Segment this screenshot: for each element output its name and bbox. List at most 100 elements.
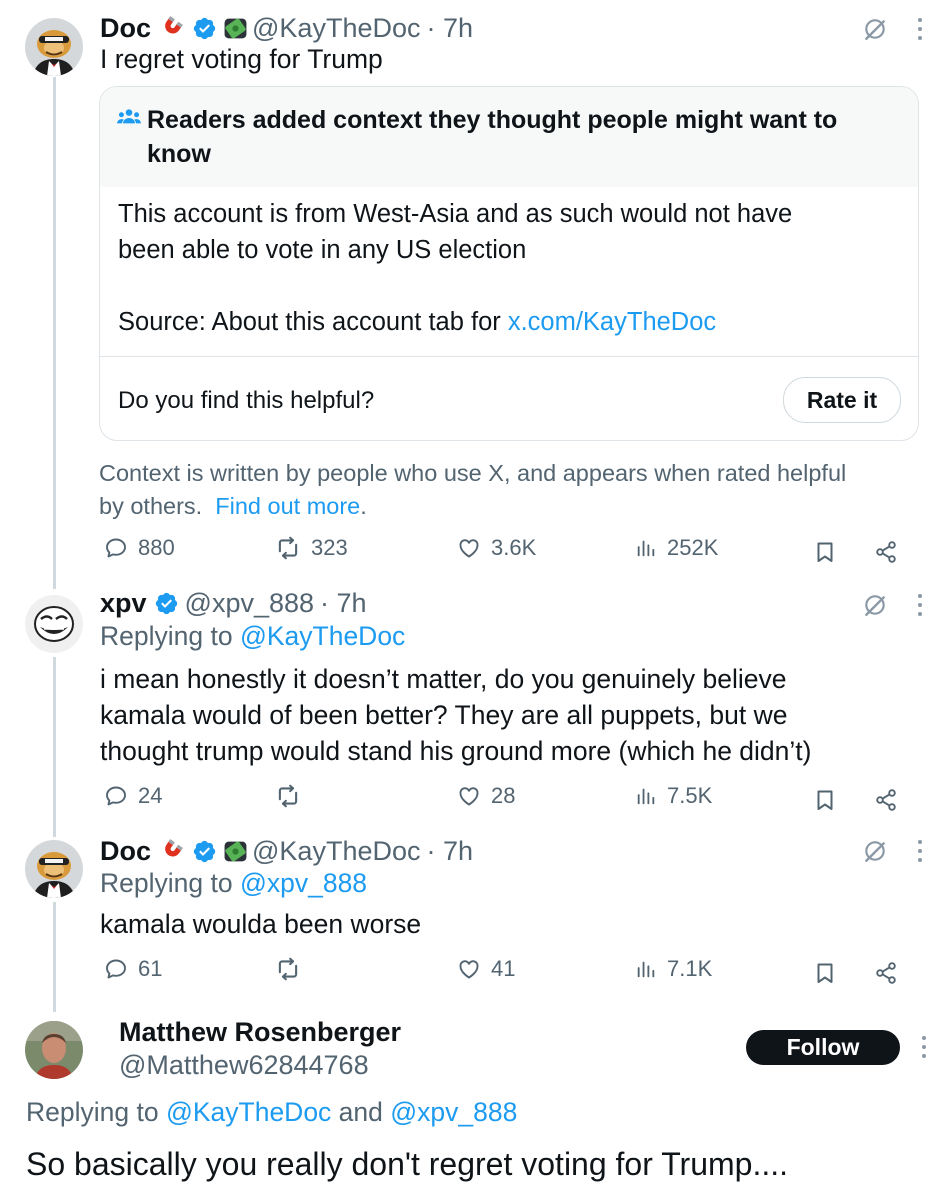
thread-line bbox=[53, 657, 56, 837]
views-button[interactable]: 252K bbox=[635, 535, 718, 561]
handle[interactable]: @Matthew62844768 bbox=[119, 1050, 369, 1081]
views-icon bbox=[635, 785, 657, 807]
find-out-more-link[interactable]: Find out more bbox=[215, 493, 360, 519]
timestamp[interactable]: · 7h bbox=[427, 836, 474, 867]
handle[interactable]: @KayTheDoc bbox=[252, 836, 420, 867]
grok-icon[interactable] bbox=[862, 16, 888, 42]
tweet-actions: 880 323 3.6K 252K bbox=[100, 535, 900, 569]
display-name[interactable]: xpv bbox=[100, 588, 147, 619]
reply-button[interactable]: 880 bbox=[104, 535, 175, 561]
thread-line bbox=[53, 77, 56, 589]
grok-icon[interactable] bbox=[862, 592, 888, 618]
mention-link[interactable]: @KayTheDoc bbox=[240, 621, 405, 651]
share-icon[interactable] bbox=[874, 961, 898, 985]
views-button[interactable]: 7.5K bbox=[635, 783, 712, 809]
repost-button[interactable] bbox=[275, 956, 311, 982]
replying-to: Replying to @KayTheDoc bbox=[100, 621, 405, 652]
like-icon bbox=[457, 536, 481, 560]
verified-badge-icon bbox=[154, 591, 179, 616]
share-icon[interactable] bbox=[874, 788, 898, 812]
views-count: 7.1K bbox=[667, 956, 713, 981]
note-header-line: Readers added context they thought peopl… bbox=[147, 106, 838, 134]
community-note-card[interactable]: Readers added context they thought peopl… bbox=[99, 86, 919, 441]
verified-badge-icon bbox=[192, 16, 217, 41]
like-count: 3.6K bbox=[491, 535, 537, 560]
tweet-text: i mean honestly it doesn’t matter, do yo… bbox=[100, 661, 811, 769]
avatar[interactable] bbox=[25, 18, 83, 76]
note-body-line: been able to vote in any US election bbox=[118, 236, 527, 264]
avatar[interactable] bbox=[25, 595, 83, 653]
magnet-emoji-icon bbox=[157, 838, 183, 864]
tweet-text: kamala woulda been worse bbox=[100, 909, 422, 939]
reply-icon bbox=[104, 784, 128, 808]
more-icon[interactable] bbox=[917, 594, 923, 616]
tweet-header: Doc @KayTheDoc · 7h bbox=[100, 835, 473, 867]
views-icon bbox=[635, 958, 657, 980]
repost-count: 323 bbox=[311, 535, 348, 560]
community-notes-icon bbox=[116, 105, 142, 131]
bookmark-icon[interactable] bbox=[813, 788, 837, 812]
note-source: Source: About this account tab for x.com… bbox=[118, 304, 792, 340]
reply-icon bbox=[104, 957, 128, 981]
more-icon[interactable] bbox=[921, 1036, 927, 1058]
tweet-text: I regret voting for Trump bbox=[100, 44, 383, 74]
more-icon[interactable] bbox=[917, 18, 923, 40]
display-name[interactable]: Doc bbox=[100, 836, 151, 867]
thread-line bbox=[53, 902, 56, 1012]
like-button[interactable]: 28 bbox=[457, 783, 515, 809]
tweet-actions: 24 28 7.5K bbox=[100, 783, 900, 817]
note-body-line: This account is from West-Asia and as su… bbox=[118, 200, 793, 228]
tweet-header: xpv @xpv_888 · 7h bbox=[100, 587, 367, 619]
display-name[interactable]: Doc bbox=[100, 13, 151, 44]
avatar[interactable] bbox=[25, 1021, 83, 1079]
like-icon bbox=[457, 784, 481, 808]
repost-button[interactable]: 323 bbox=[275, 535, 348, 561]
repost-icon bbox=[275, 535, 301, 561]
reply-icon bbox=[104, 536, 128, 560]
reply-count: 24 bbox=[138, 783, 163, 808]
timestamp[interactable]: · 7h bbox=[427, 13, 474, 44]
mention-link[interactable]: @KayTheDoc bbox=[166, 1097, 331, 1127]
share-icon[interactable] bbox=[874, 540, 898, 564]
note-source-prefix: Source: About this account tab for bbox=[118, 308, 508, 336]
grok-icon[interactable] bbox=[862, 838, 888, 864]
mention-link[interactable]: @xpv_888 bbox=[390, 1097, 517, 1127]
bookmark-icon[interactable] bbox=[813, 961, 837, 985]
handle[interactable]: @KayTheDoc bbox=[252, 13, 420, 44]
tweet-text-line: i mean honestly it doesn’t matter, do yo… bbox=[100, 664, 787, 694]
tweet-header: Doc @KayTheDoc · 7h bbox=[100, 12, 473, 44]
timestamp[interactable]: · 7h bbox=[320, 588, 367, 619]
rate-it-button[interactable]: Rate it bbox=[783, 377, 901, 423]
more-icon[interactable] bbox=[917, 840, 923, 862]
note-footer-text: by others. bbox=[99, 493, 203, 519]
community-note-header: Readers added context they thought peopl… bbox=[100, 87, 918, 187]
tweet-actions: 61 41 7.1K bbox=[100, 956, 900, 990]
note-source-link[interactable]: x.com/KayTheDoc bbox=[508, 308, 716, 336]
like-button[interactable]: 3.6K bbox=[457, 535, 536, 561]
avatar[interactable] bbox=[25, 840, 83, 898]
note-footer-line: by others. Find out more. bbox=[99, 490, 846, 523]
views-icon bbox=[635, 537, 657, 559]
verified-badge-icon bbox=[192, 839, 217, 864]
reply-count: 880 bbox=[138, 535, 175, 560]
note-body: This account is from West-Asia and as su… bbox=[118, 196, 792, 340]
helpful-question: Do you find this helpful? bbox=[118, 387, 375, 414]
tweet-text-line: thought trump would stand his ground mor… bbox=[100, 736, 812, 766]
reply-button[interactable]: 24 bbox=[104, 783, 162, 809]
like-icon bbox=[457, 957, 481, 981]
display-name[interactable]: Matthew Rosenberger bbox=[119, 1017, 401, 1048]
tweet-text: So basically you really don't regret vot… bbox=[26, 1146, 789, 1182]
handle[interactable]: @xpv_888 bbox=[185, 588, 315, 619]
replying-to: Replying to @xpv_888 bbox=[100, 868, 367, 899]
replying-prefix: Replying to bbox=[100, 621, 240, 651]
views-button[interactable]: 7.1K bbox=[635, 956, 712, 982]
follow-button[interactable]: Follow bbox=[746, 1030, 900, 1065]
replying-to: Replying to @KayTheDoc and @xpv_888 bbox=[26, 1097, 517, 1128]
reply-button[interactable]: 61 bbox=[104, 956, 162, 982]
magnet-emoji-icon bbox=[157, 15, 183, 41]
bookmark-icon[interactable] bbox=[813, 540, 837, 564]
like-button[interactable]: 41 bbox=[457, 956, 515, 982]
mention-link[interactable]: @xpv_888 bbox=[240, 868, 367, 898]
repost-button[interactable] bbox=[275, 783, 311, 809]
replying-prefix: Replying to bbox=[100, 868, 240, 898]
